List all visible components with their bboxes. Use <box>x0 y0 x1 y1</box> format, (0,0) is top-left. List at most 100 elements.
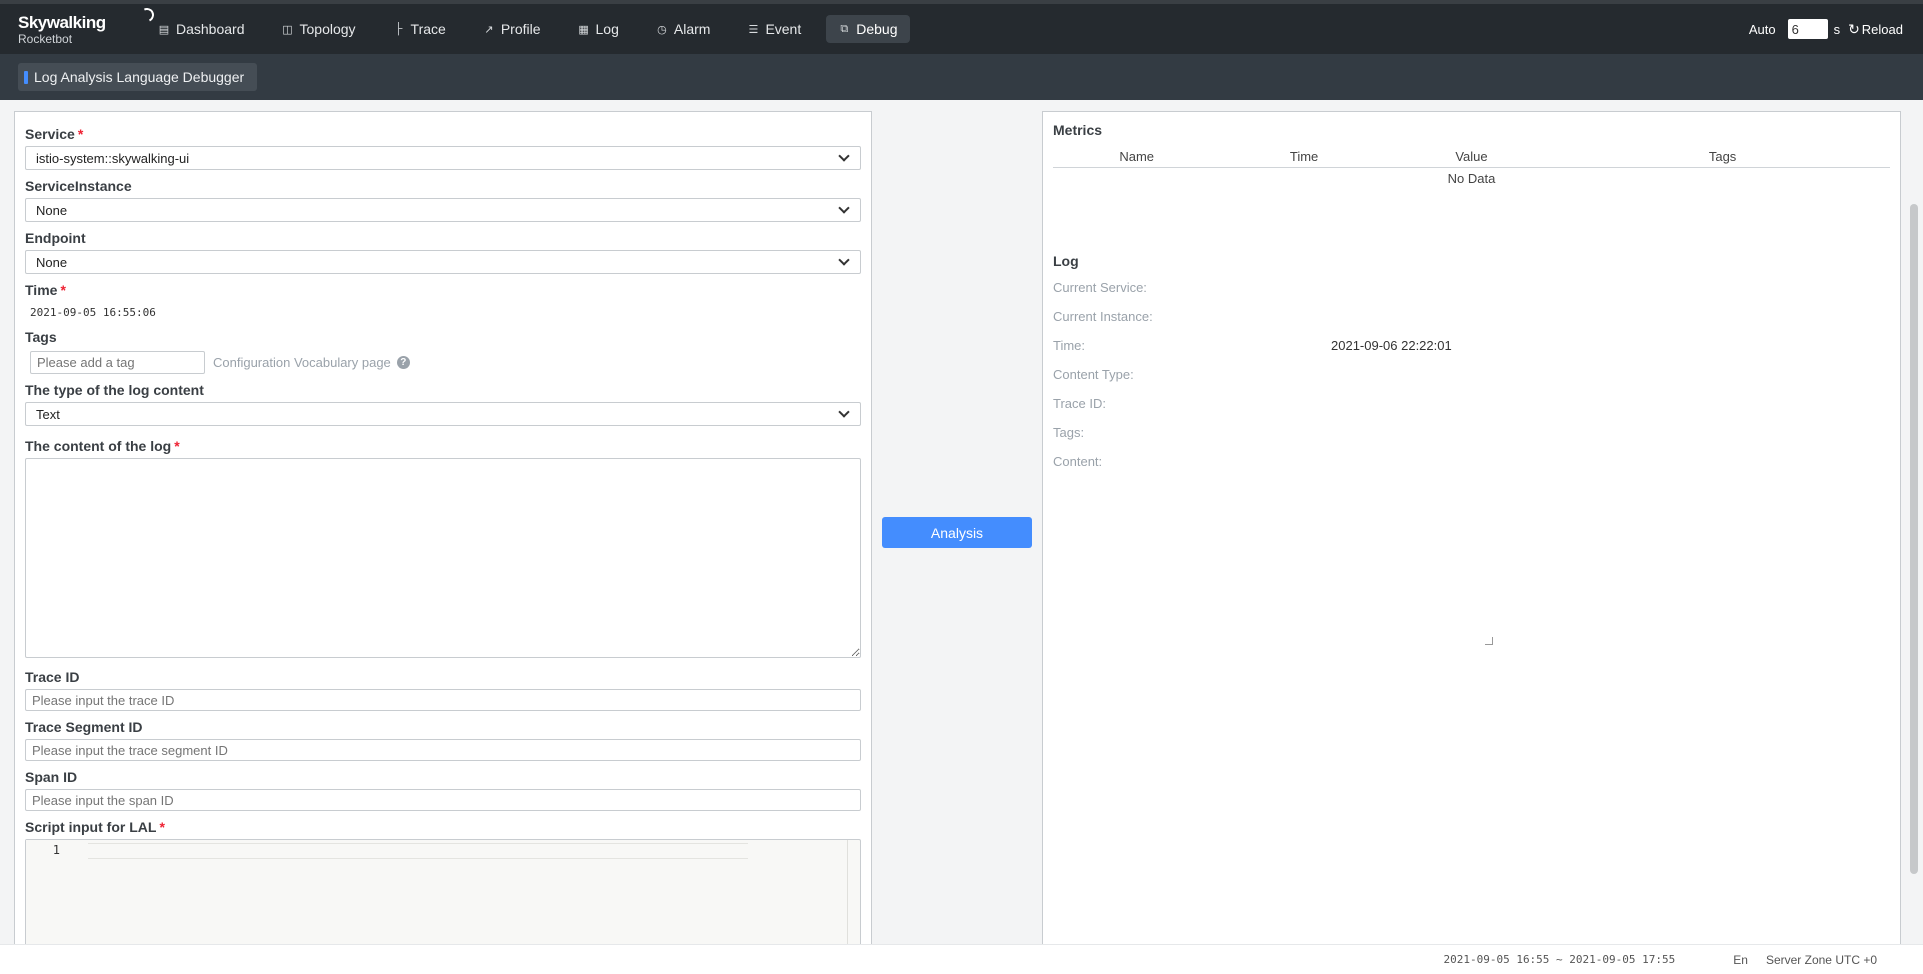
editor-active-line[interactable] <box>88 843 748 859</box>
service-instance-value: None <box>36 202 68 218</box>
tags-label: Tags <box>25 329 57 345</box>
log-row-time: Time: 2021-09-06 22:22:01 <box>1053 331 1890 360</box>
service-label: Service * <box>25 126 84 142</box>
editor-scrollbar[interactable] <box>847 840 848 955</box>
logo[interactable]: Skywalking Rocketbot <box>0 5 156 46</box>
profile-icon: ↗ <box>484 23 494 36</box>
time-label: Time * <box>25 282 66 298</box>
log-key: Content Type: <box>1053 367 1134 382</box>
metrics-title: Metrics <box>1053 122 1103 138</box>
endpoint-label: Endpoint <box>25 230 86 246</box>
span-id-input[interactable] <box>25 789 861 811</box>
script-label: Script input for LAL * <box>25 819 165 835</box>
no-data-message: No Data <box>1447 171 1496 186</box>
log-content-label: The content of the log * <box>25 438 180 454</box>
endpoint-value: None <box>36 254 68 270</box>
log-title: Log <box>1053 253 1079 269</box>
nav-item-event[interactable]: ☰ Event <box>735 15 813 43</box>
nav-item-label: Profile <box>500 21 541 37</box>
bar-chart-icon: ▤ <box>158 23 170 36</box>
nav-item-trace[interactable]: ├ Trace <box>381 15 458 43</box>
nav-item-log[interactable]: ▦ Log <box>566 15 631 43</box>
nav-item-topology[interactable]: ◫ Topology <box>270 15 368 43</box>
nav-item-dashboard[interactable]: ▤ Dashboard <box>146 15 257 43</box>
segment-id-input[interactable] <box>25 739 861 761</box>
segment-id-label: Trace Segment ID <box>25 719 143 735</box>
log-key: Time: <box>1053 338 1086 353</box>
reload-icon: ↻ <box>1848 20 1860 37</box>
analysis-button[interactable]: Analysis <box>882 517 1032 548</box>
endpoint-select[interactable]: None <box>25 250 861 274</box>
required-marker: * <box>159 819 165 835</box>
auto-interval-input[interactable] <box>1787 19 1828 39</box>
page-tab-bar: Log Analysis Language Debugger <box>0 54 1923 100</box>
log-content-textarea[interactable] <box>25 458 861 658</box>
nav-item-label: Debug <box>856 21 898 37</box>
logo-subtitle: Rocketbot <box>18 31 73 46</box>
nav-item-label: Dashboard <box>176 21 245 37</box>
trace-icon: ├ <box>394 23 403 35</box>
nav-item-debug[interactable]: ⧉ Debug <box>826 15 910 43</box>
column-header-time: Time <box>1220 146 1388 168</box>
configuration-vocabulary-link[interactable]: Configuration Vocabulary page <box>213 355 391 370</box>
required-marker: * <box>60 282 66 298</box>
log-row-tags: Tags: <box>1053 418 1890 447</box>
topology-icon: ◫ <box>282 23 293 36</box>
nav-item-label: Event <box>765 21 802 37</box>
logo-brand: Skywalking <box>18 5 156 31</box>
metrics-header-row: Name Time Value Tags <box>1053 146 1890 168</box>
content-resize-handle[interactable] <box>1485 637 1493 645</box>
language-switch[interactable]: En <box>1733 953 1748 967</box>
log-row-trace-id: Trace ID: <box>1053 389 1890 418</box>
log-key: Content: <box>1053 454 1103 469</box>
nav-item-label: Alarm <box>673 21 711 37</box>
log-row-current-service: Current Service: <box>1053 273 1890 302</box>
debug-icon: ⧉ <box>840 22 849 35</box>
page-scrollbar[interactable] <box>1910 204 1918 874</box>
top-navigation-bar: Skywalking Rocketbot ▤ Dashboard ◫ Topol… <box>0 0 1923 54</box>
trace-id-input[interactable] <box>25 689 861 711</box>
chevron-down-icon <box>838 406 850 418</box>
content-type-select[interactable]: Text <box>25 402 861 426</box>
help-icon[interactable]: ? <box>396 356 410 369</box>
nav-item-profile[interactable]: ↗ Profile <box>471 15 553 43</box>
metrics-table: Name Time Value Tags No Data <box>1053 146 1890 189</box>
service-select[interactable]: istio-system::skywalking-ui <box>25 146 861 170</box>
content-type-label: The type of the log content <box>25 382 204 398</box>
action-area: Analysis <box>882 517 1032 548</box>
interval-unit: s <box>1833 21 1841 37</box>
column-header-name: Name <box>1053 146 1221 168</box>
reload-label: Reload <box>1861 21 1903 37</box>
chevron-down-icon <box>838 202 850 214</box>
column-header-tags: Tags <box>1555 146 1890 168</box>
auto-label: Auto <box>1748 21 1776 37</box>
reload-button[interactable]: ↻ Reload <box>1848 21 1903 38</box>
log-key: Trace ID: <box>1053 396 1106 411</box>
log-value: 2021-09-06 22:22:01 <box>1331 338 1452 353</box>
chevron-down-icon <box>838 150 850 162</box>
log-row-content-type: Content Type: <box>1053 360 1890 389</box>
span-id-label: Span ID <box>25 769 78 785</box>
tag-input[interactable] <box>30 351 205 374</box>
service-instance-label: ServiceInstance <box>25 178 132 194</box>
log-icon: ▦ <box>578 23 589 36</box>
nav-item-label: Trace <box>410 21 446 37</box>
log-key: Tags: <box>1053 425 1085 440</box>
event-icon: ☰ <box>748 23 759 36</box>
main-nav: ▤ Dashboard ◫ Topology ├ Trace ↗ Profile… <box>146 15 923 43</box>
alarm-icon: ◷ <box>657 23 667 36</box>
page-tab-label: Log Analysis Language Debugger <box>34 69 245 85</box>
results-panel: Metrics Name Time Value Tags No Data Log… <box>1042 111 1901 956</box>
time-range[interactable]: 2021-09-05 16:55 ~ 2021-09-05 17:55 <box>1443 953 1675 966</box>
time-picker[interactable]: 2021-09-05 16:55:06 <box>25 302 861 325</box>
page-tab-lal-debugger[interactable]: Log Analysis Language Debugger <box>18 63 258 91</box>
lal-script-editor[interactable]: 1 <box>25 839 861 955</box>
service-instance-select[interactable]: None <box>25 198 861 222</box>
log-row-content: Content: <box>1053 447 1890 476</box>
table-row: No Data <box>1053 168 1890 190</box>
input-form-panel: Service * istio-system::skywalking-ui Ser… <box>14 111 872 956</box>
chevron-down-icon <box>838 254 850 266</box>
nav-item-alarm[interactable]: ◷ Alarm <box>644 15 723 43</box>
column-header-value: Value <box>1387 146 1556 168</box>
trace-id-label: Trace ID <box>25 669 80 685</box>
